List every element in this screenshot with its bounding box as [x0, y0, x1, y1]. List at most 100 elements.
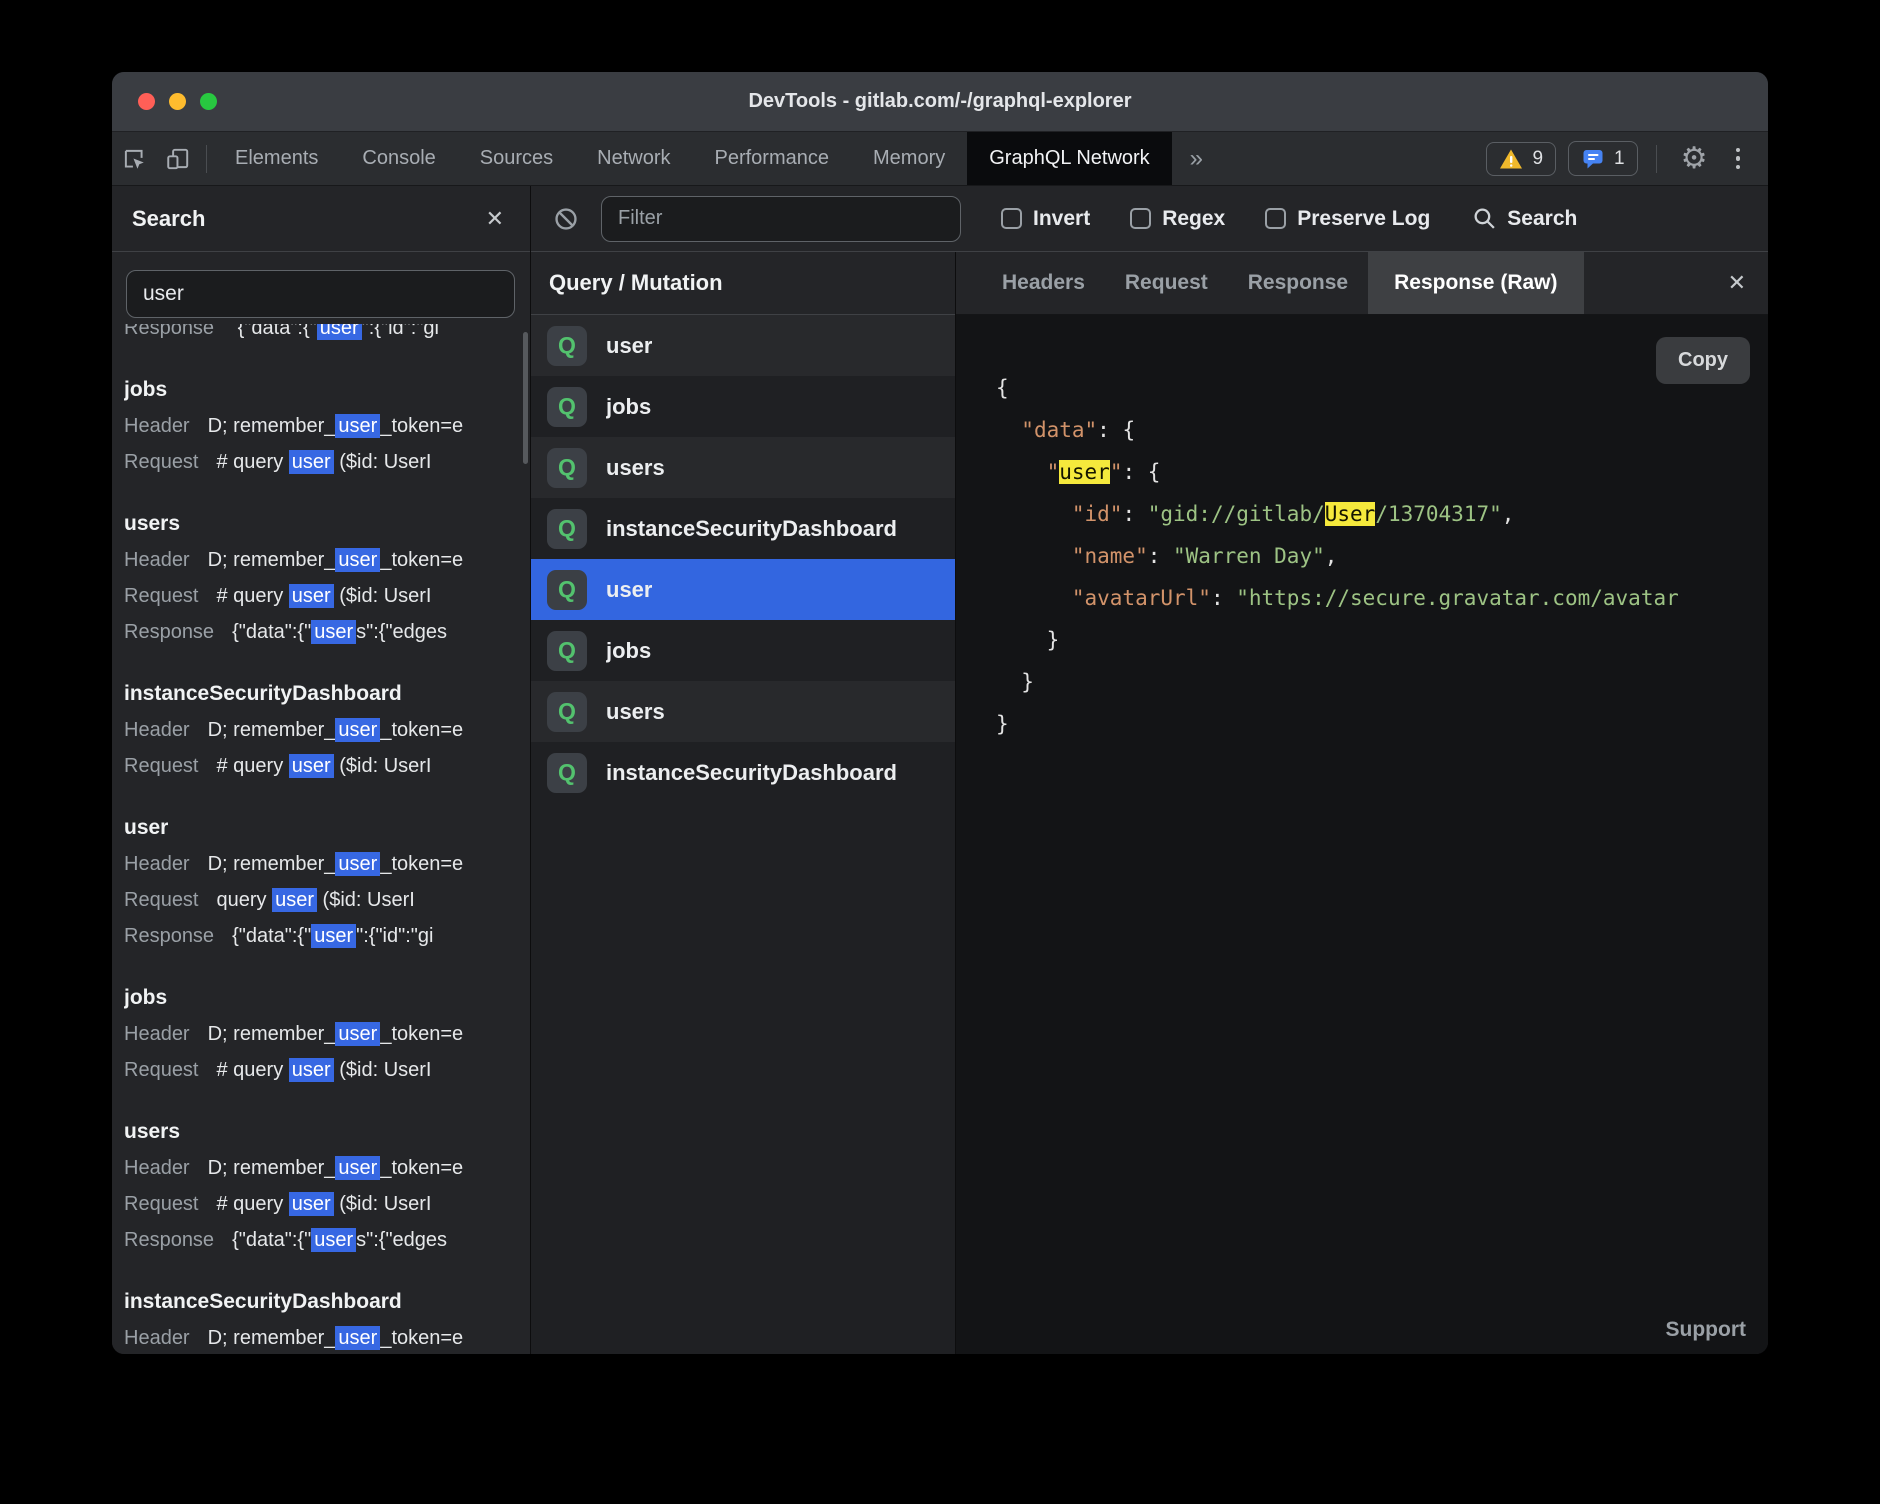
invert-checkbox[interactable]: Invert — [1001, 207, 1090, 231]
result-line-value: {"data":{"user":{"id":"gi — [232, 924, 433, 948]
customize-menu-button[interactable] — [1726, 142, 1751, 176]
search-result-line[interactable]: Request# query user ($id: UserI — [124, 444, 530, 480]
close-detail-button[interactable]: ✕ — [1722, 268, 1768, 298]
search-result-line[interactable]: HeaderD; remember_user_token=e — [124, 846, 530, 882]
main-tab-console[interactable]: Console — [340, 132, 457, 185]
text-segment: user — [335, 718, 380, 742]
close-search-button[interactable]: ✕ — [480, 204, 510, 234]
code-line: } — [996, 661, 1768, 703]
support-link[interactable]: Support — [1666, 1318, 1746, 1342]
text-segment: # query — [217, 585, 289, 607]
main-tab-network[interactable]: Network — [575, 132, 692, 185]
search-result-line[interactable]: HeaderD; remember_user_token=e — [124, 542, 530, 578]
checkbox-icon — [1265, 208, 1286, 229]
text-segment: user — [289, 1192, 334, 1216]
titlebar: DevTools - gitlab.com/-/graphql-explorer — [112, 72, 1768, 132]
text-segment: ($id: UserI — [334, 1059, 432, 1081]
copy-button[interactable]: Copy — [1656, 337, 1750, 384]
text-segment: : — [1148, 544, 1173, 568]
regex-label: Regex — [1162, 207, 1225, 231]
device-toolbar-icon — [165, 146, 191, 172]
search-result-line[interactable]: Response{"data":{"users":{"edges — [124, 614, 530, 650]
search-result-line[interactable]: Request# query user ($id: UserI — [124, 1186, 530, 1222]
result-line-label: Response — [124, 925, 214, 947]
main-tab-performance[interactable]: Performance — [693, 132, 852, 185]
result-line-label: Request — [124, 1059, 199, 1081]
query-row-user[interactable]: Quser — [531, 315, 955, 376]
search-result-group-users: usersHeaderD; remember_user_token=eReque… — [124, 1114, 530, 1258]
query-row-users[interactable]: Qusers — [531, 681, 955, 742]
text-segment: User — [1325, 502, 1376, 526]
result-line-label: Request — [124, 1193, 199, 1215]
search-result-line[interactable]: HeaderD; remember_user_token=e — [124, 408, 530, 444]
main-tab-graphql-network[interactable]: GraphQL Network — [967, 132, 1171, 185]
query-row-user[interactable]: Quser — [531, 559, 955, 620]
preserve-log-checkbox[interactable]: Preserve Log — [1265, 207, 1430, 231]
detail-tab-response[interactable]: Response — [1228, 252, 1368, 314]
text-segment: # query — [217, 1193, 289, 1215]
detail-tab-headers[interactable]: Headers — [982, 252, 1105, 314]
filter-input[interactable] — [601, 196, 961, 242]
messages-badge[interactable]: 1 — [1568, 141, 1638, 176]
search-result-line[interactable]: Request# query user ($id: UserI — [124, 748, 530, 784]
result-line-label: Header — [124, 549, 190, 571]
query-row-users[interactable]: Qusers — [531, 437, 955, 498]
text-segment: ($id: UserI — [334, 451, 432, 473]
text-segment: _token=e — [380, 1023, 463, 1045]
main-tab-memory[interactable]: Memory — [851, 132, 967, 185]
detail-tab-response-raw[interactable]: Response (Raw) — [1368, 252, 1583, 314]
text-segment: # query — [217, 755, 289, 777]
text-segment: /13704317" — [1375, 502, 1501, 526]
query-type-badge: Q — [547, 509, 587, 549]
search-scrollbar-thumb[interactable] — [523, 332, 528, 464]
text-segment: s":{"edges — [356, 1229, 447, 1251]
search-panel-title: Search — [132, 206, 205, 232]
text-segment: {"data":{" — [232, 1229, 311, 1251]
text-segment: user — [272, 888, 317, 912]
query-row-instancesecuritydashboard[interactable]: QinstanceSecurityDashboard — [531, 742, 955, 803]
search-result-line[interactable]: Response{"data":{"users":{"edges — [124, 1222, 530, 1258]
text-segment: _token=e — [380, 549, 463, 571]
regex-checkbox[interactable]: Regex — [1130, 207, 1225, 231]
result-line-value: query user ($id: UserI — [217, 888, 415, 912]
text-segment: , — [1325, 544, 1338, 568]
inspect-element-button[interactable] — [112, 132, 156, 185]
text-segment: { — [996, 376, 1009, 400]
search-result-line[interactable]: Request# query user ($id: UserI — [124, 1052, 530, 1088]
result-line-label: Response — [124, 621, 214, 643]
search-toggle[interactable]: Search — [1472, 206, 1577, 231]
search-input[interactable] — [126, 270, 515, 318]
query-row-jobs[interactable]: Qjobs — [531, 620, 955, 681]
search-result-line[interactable]: Request# query user ($id: UserI — [124, 578, 530, 614]
query-type-badge: Q — [547, 753, 587, 793]
query-row-instancesecuritydashboard[interactable]: QinstanceSecurityDashboard — [531, 498, 955, 559]
search-result-line[interactable]: HeaderD; remember_user_token=e — [124, 712, 530, 748]
result-line-label: Header — [124, 719, 190, 741]
search-icon — [1472, 206, 1497, 231]
invert-label: Invert — [1033, 207, 1090, 231]
main-tab-sources[interactable]: Sources — [458, 132, 575, 185]
query-row-jobs[interactable]: Qjobs — [531, 376, 955, 437]
search-result-line[interactable]: HeaderD; remember_user_token=e — [124, 1150, 530, 1186]
more-tabs-chevron[interactable]: » — [1172, 132, 1221, 185]
search-result-line[interactable]: HeaderD; remember_user_token=e — [124, 1016, 530, 1052]
search-result-line-clipped[interactable]: Response {"data":{"user":{"id":"gi — [124, 324, 530, 346]
main-tab-elements[interactable]: Elements — [213, 132, 340, 185]
search-result-line[interactable]: HeaderD; remember_user_token=e — [124, 1320, 530, 1354]
search-result-line[interactable]: Response {"data":{"user":{"id":"gi — [124, 918, 530, 954]
search-result-line[interactable]: Requestquery user ($id: UserI — [124, 882, 530, 918]
clear-circle-slash-icon[interactable] — [553, 206, 579, 232]
text-segment: ($id: UserI — [317, 889, 415, 911]
query-type-badge: Q — [547, 326, 587, 366]
text-segment: {"data":{" — [232, 925, 311, 947]
text-segment: "avatarUrl" — [1072, 586, 1211, 610]
text-segment: D; remember_ — [208, 719, 336, 741]
result-line-value: # query user ($id: UserI — [217, 584, 432, 608]
device-toolbar-button[interactable] — [156, 132, 200, 185]
issues-badge[interactable]: 9 — [1486, 142, 1556, 176]
text-segment: user — [289, 754, 334, 778]
query-row-label: jobs — [606, 638, 651, 664]
result-heading: instanceSecurityDashboard — [124, 676, 530, 712]
detail-tab-request[interactable]: Request — [1105, 252, 1228, 314]
settings-button[interactable]: ⚙ — [1675, 144, 1714, 174]
